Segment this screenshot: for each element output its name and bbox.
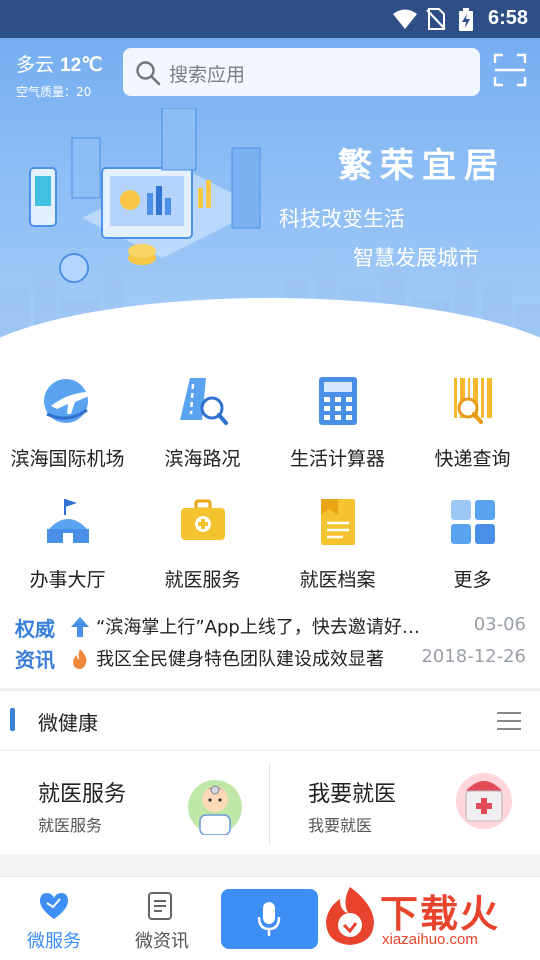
- search-placeholder: 搜索应用: [169, 64, 246, 86]
- service-label: 就医档案: [299, 569, 376, 591]
- barcode-search-icon: [453, 378, 492, 424]
- banner-pagination: [235, 308, 299, 311]
- health-cards: 就医服务 就医服务 我要就医 我要就医: [0, 750, 540, 854]
- tab-label: 微服务: [27, 931, 81, 952]
- banner-slogan-line2: 智慧发展城市: [353, 246, 479, 270]
- service-label: 办事大厅: [29, 569, 106, 591]
- service-airport[interactable]: 滨海国际机场: [0, 374, 135, 471]
- service-label: 生活计算器: [289, 448, 385, 470]
- bottom-tab-bar: 微服务 微资讯 下载火 xiazaihuo.com: [0, 876, 540, 960]
- news-date: 2018-12-26: [421, 646, 526, 667]
- section-accent-bar: [10, 708, 15, 731]
- document-icon: [148, 892, 172, 920]
- service-more[interactable]: 更多: [405, 495, 540, 592]
- service-express-query[interactable]: 快递查询: [405, 374, 540, 471]
- service-label: 滨海路况: [164, 448, 241, 470]
- battery-charging-icon: [459, 8, 473, 31]
- section-title: 微健康: [38, 711, 98, 735]
- scan-icon[interactable]: [493, 53, 527, 87]
- airplane-icon: [43, 379, 89, 423]
- voice-button[interactable]: [221, 889, 318, 949]
- card-subtitle: 我要就医: [308, 816, 373, 835]
- banner-dot[interactable]: [235, 308, 251, 311]
- air-quality: 空气质量：20: [16, 85, 92, 99]
- doctor-icon: [188, 780, 242, 835]
- government-hall-icon: [46, 499, 89, 543]
- watermark-brand: 下载火: [380, 892, 501, 936]
- news-item[interactable]: “滨海掌上行”App上线了，快去邀请好友一起使用吧 03-06: [70, 612, 526, 642]
- health-section-header: 微健康: [0, 690, 540, 749]
- service-medical-record[interactable]: 就医档案: [270, 495, 405, 592]
- road-search-icon: [179, 378, 228, 425]
- service-grid: 滨海国际机场 滨海路况 生活计算器 快递查询 办事大厅 就医服务 就医档案 更多: [0, 368, 540, 610]
- search-icon: [136, 61, 161, 86]
- first-aid-kit-icon: [456, 773, 512, 829]
- service-label: 滨海国际机场: [10, 448, 125, 470]
- service-government-hall[interactable]: 办事大厅: [0, 495, 135, 592]
- health-card-medical-service[interactable]: 就医服务 就医服务: [0, 751, 270, 855]
- hero-banner[interactable]: 多云 12℃ 空气质量：20 搜索应用 繁荣宜居 科技改变生活 智慧发展城市: [0, 38, 540, 368]
- news-item[interactable]: 我区全民健身特色团队建设成效显著 2018-12-26: [70, 644, 526, 674]
- flame-icon: [73, 649, 87, 669]
- tab-label: 微资讯: [135, 931, 189, 952]
- no-sim-icon: [426, 8, 446, 30]
- medical-kit-icon: [180, 499, 225, 540]
- search-input[interactable]: 搜索应用: [123, 48, 480, 96]
- news-tag-line1: 权威: [15, 617, 55, 641]
- banner-slogan-line1: 科技改变生活: [279, 207, 405, 231]
- service-label: 就医服务: [164, 569, 241, 591]
- menu-icon[interactable]: [496, 711, 522, 731]
- watermark: 下载火 xiazaihuo.com: [318, 879, 540, 959]
- status-bar: 6:58: [0, 0, 540, 38]
- card-title: 我要就医: [308, 782, 397, 807]
- watermark-logo-icon: [326, 887, 374, 945]
- news-title: “滨海掌上行”App上线了，快去邀请好友一起使用吧: [96, 617, 436, 638]
- health-card-see-doctor[interactable]: 我要就医 我要就医: [270, 751, 540, 855]
- tab-micro-service[interactable]: 微服务: [0, 877, 108, 960]
- arrow-up-icon: [71, 617, 89, 637]
- service-road-condition[interactable]: 滨海路况: [135, 374, 270, 471]
- news-ticker[interactable]: 权威 资讯 “滨海掌上行”App上线了，快去邀请好友一起使用吧 03-06 我区…: [0, 610, 540, 688]
- microphone-icon: [257, 902, 281, 936]
- news-title: 我区全民健身特色团队建设成效显著: [96, 649, 384, 670]
- heart-icon: [40, 893, 68, 919]
- grid-more-icon: [450, 500, 495, 544]
- tab-micro-news[interactable]: 微资讯: [108, 877, 216, 960]
- weather-widget[interactable]: 多云 12℃ 空气质量：20: [16, 50, 103, 100]
- news-tag-line2: 资讯: [15, 648, 55, 672]
- card-title: 就医服务: [38, 782, 127, 807]
- news-date: 03-06: [473, 614, 526, 635]
- service-medical[interactable]: 就医服务: [135, 495, 270, 592]
- card-subtitle: 就医服务: [38, 816, 103, 835]
- banner-dot-active[interactable]: [259, 308, 275, 311]
- clock: 6:58: [487, 7, 528, 29]
- weather-condition: 多云: [16, 55, 55, 76]
- watermark-url: xiazaihuo.com: [382, 931, 478, 948]
- banner-slogan-main: 繁荣宜居: [338, 146, 506, 186]
- weather-temperature: 12℃: [60, 55, 103, 76]
- service-label: 快递查询: [434, 448, 511, 470]
- calculator-icon: [318, 377, 357, 425]
- wifi-icon: [393, 9, 417, 29]
- medical-record-icon: [320, 499, 355, 545]
- service-calculator[interactable]: 生活计算器: [270, 374, 405, 471]
- smart-city-illustration: [29, 108, 262, 283]
- service-label: 更多: [453, 569, 492, 591]
- banner-dot[interactable]: [283, 308, 299, 311]
